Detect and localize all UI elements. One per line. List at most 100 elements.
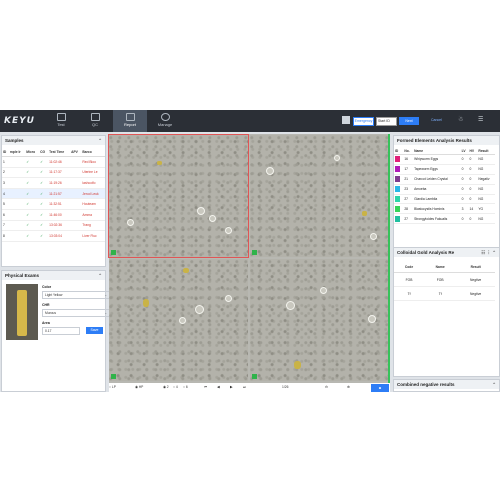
col-lv[interactable]: LV — [460, 147, 469, 155]
user-icon[interactable]: ☃ — [458, 116, 464, 124]
manage-icon — [160, 113, 170, 121]
start-id-input[interactable]: Start ID — [376, 117, 397, 126]
row-code: FOB — [394, 272, 425, 287]
zoom-in-icon[interactable]: ⊕ — [347, 383, 350, 392]
table-row[interactable]: 4 ✓ ✓ 11:21:57 Jerod Leuk — [2, 188, 105, 200]
zoom-6-radio[interactable]: ○ 6 — [183, 383, 188, 392]
col-cg[interactable]: CG — [39, 148, 49, 157]
table-row[interactable]: 2 ✓ ✓ 11:17:37 Uterine Le — [2, 167, 105, 179]
collapse-icon[interactable]: ⌃ — [98, 136, 102, 145]
combined-header[interactable]: Combined negative results ⌃ — [394, 380, 499, 389]
row-result: NG — [477, 164, 495, 175]
chr-select[interactable]: Murous ⌄ — [42, 309, 110, 317]
col-id[interactable]: ID — [2, 148, 9, 157]
row-no: 21 — [403, 174, 414, 185]
row-barcode: Houteam — [81, 198, 105, 210]
play-icon[interactable]: ▶ — [230, 383, 233, 392]
microscope-image-grid — [108, 134, 390, 383]
row-result: Negtive — [456, 286, 495, 301]
col-barcode[interactable]: Barco — [81, 148, 105, 157]
table-row[interactable]: 21 Charcot Leiden Crystal 0 0 Negativ — [394, 174, 495, 185]
report-icon — [125, 113, 135, 121]
scroll-indicator[interactable] — [388, 134, 390, 383]
table-row[interactable]: 28 Blastocystis Hominis 3 14 YG — [394, 203, 495, 215]
area-input[interactable]: 0.17 — [42, 327, 80, 335]
col-code[interactable]: Code — [394, 261, 425, 273]
row-lv: 0 — [460, 174, 469, 185]
row-hv: 0 — [468, 164, 478, 175]
nav-manage[interactable]: Manage — [148, 110, 182, 132]
nav-report[interactable]: Report — [113, 110, 147, 132]
image-tile[interactable] — [250, 135, 389, 257]
table-row[interactable]: 5 ✓ ✓ 11:32:51 Houteam — [2, 198, 105, 210]
table-row[interactable]: 23 Amoeba 0 0 NG — [394, 184, 495, 195]
col-test-time[interactable]: Test Time — [48, 148, 71, 157]
table-row[interactable]: 6 ✓ ✓ 11:46:00 Amma — [2, 209, 105, 221]
col-result[interactable]: Result — [477, 147, 495, 155]
col-micro[interactable]: Micro — [25, 148, 40, 157]
cancel-button[interactable]: Cancel — [431, 118, 442, 122]
lp-radio[interactable]: ○ LP — [109, 383, 116, 392]
col-no[interactable]: No. — [403, 147, 414, 155]
table-row[interactable]: 17 Tapeworm Eggs 0 0 NG — [394, 164, 495, 175]
nav-qc[interactable]: QC — [78, 110, 112, 132]
last-page-icon[interactable]: ⏭ — [243, 383, 246, 392]
table-row[interactable]: Tf Tf Negtive — [394, 286, 495, 301]
row-no: 27 — [403, 213, 414, 225]
image-tile[interactable] — [109, 259, 248, 381]
nav-test-label: Test — [57, 122, 65, 127]
barcode-icon[interactable] — [342, 116, 350, 124]
user-button[interactable]: ☻ — [371, 384, 389, 392]
image-tile[interactable] — [108, 134, 249, 258]
col-name[interactable]: Name — [424, 261, 457, 273]
collapse-icon[interactable]: ⌃ — [98, 271, 102, 280]
row-lv: 0 — [460, 194, 469, 205]
zoom-out-icon[interactable]: ⊖ — [325, 383, 328, 392]
specimen-photo — [6, 284, 38, 340]
table-row[interactable]: FOB FOB Negtive — [394, 272, 495, 287]
color-select[interactable]: Light Yellow ⌄ — [42, 291, 110, 299]
table-row[interactable]: 27 Giardia Lamblia 0 0 NG — [394, 194, 495, 205]
check-icon: ✓ — [39, 156, 49, 168]
panel-toolbar-icons[interactable]: ☷ ⋮ ⌃ — [481, 248, 496, 257]
next-button[interactable]: Next — [399, 117, 419, 125]
prev-page-icon[interactable]: ◀ — [217, 383, 220, 392]
table-row[interactable]: 3 ✓ ✓ 11:19:26 lashcolfo — [2, 177, 105, 189]
row-no: 28 — [403, 203, 414, 215]
hp-radio[interactable]: ◉ HP — [135, 383, 143, 392]
samples-header: Samples ⌃ — [2, 136, 105, 145]
save-button[interactable]: Save — [86, 327, 103, 334]
color-swatch — [395, 196, 400, 202]
check-icon: ✓ — [39, 188, 49, 200]
chr-value: Murous — [45, 311, 56, 315]
top-bar: KEYU Test QC Report Manage Emergency Sta… — [0, 110, 500, 132]
row-name: Tf — [424, 286, 457, 301]
col-id[interactable]: ID — [394, 147, 404, 155]
row-id: 5 — [2, 198, 9, 210]
colloidal-title: Colloidal Gold Analysis Re — [397, 250, 455, 255]
row-time: 11:17:37 — [48, 167, 71, 179]
image-tile[interactable] — [250, 259, 389, 381]
col-apv[interactable]: APV — [70, 148, 82, 157]
table-row[interactable]: 16 Whipworm Eggs 0 0 NG — [394, 154, 495, 165]
row-id: 4 — [2, 188, 9, 200]
lp-label: LP — [111, 385, 116, 389]
emergency-button[interactable]: Emergency — [353, 117, 374, 126]
table-row[interactable]: 1 ✓ ✓ 11:02:46 Red Bloo — [2, 156, 105, 168]
first-page-icon[interactable]: ⏮ — [204, 383, 207, 392]
table-row[interactable]: 7 ✓ ✓ 13:02:36 Trang — [2, 220, 105, 232]
col-result[interactable]: Result — [456, 261, 495, 273]
col-sample[interactable]: mple Ir — [8, 148, 26, 157]
col-name[interactable]: Name — [413, 147, 461, 155]
row-name: Strongyloides Fakualis — [413, 213, 461, 225]
check-icon: ✓ — [25, 230, 40, 242]
menu-icon[interactable]: ☰ — [478, 116, 483, 124]
table-row[interactable]: 27 Strongyloides Fakualis 0 0 NG — [394, 213, 495, 225]
nav-test[interactable]: Test — [44, 110, 78, 132]
zoom-4-radio[interactable]: ○ 4 — [173, 383, 178, 392]
table-row[interactable]: 8 ✓ ✓ 13:03:04 Liver Fluc — [2, 230, 105, 242]
zoom-2-radio[interactable]: ◉ 2 — [163, 383, 169, 392]
row-hv: 14 — [468, 203, 478, 215]
tile-marker — [111, 250, 116, 255]
col-hv[interactable]: HV — [468, 147, 478, 155]
